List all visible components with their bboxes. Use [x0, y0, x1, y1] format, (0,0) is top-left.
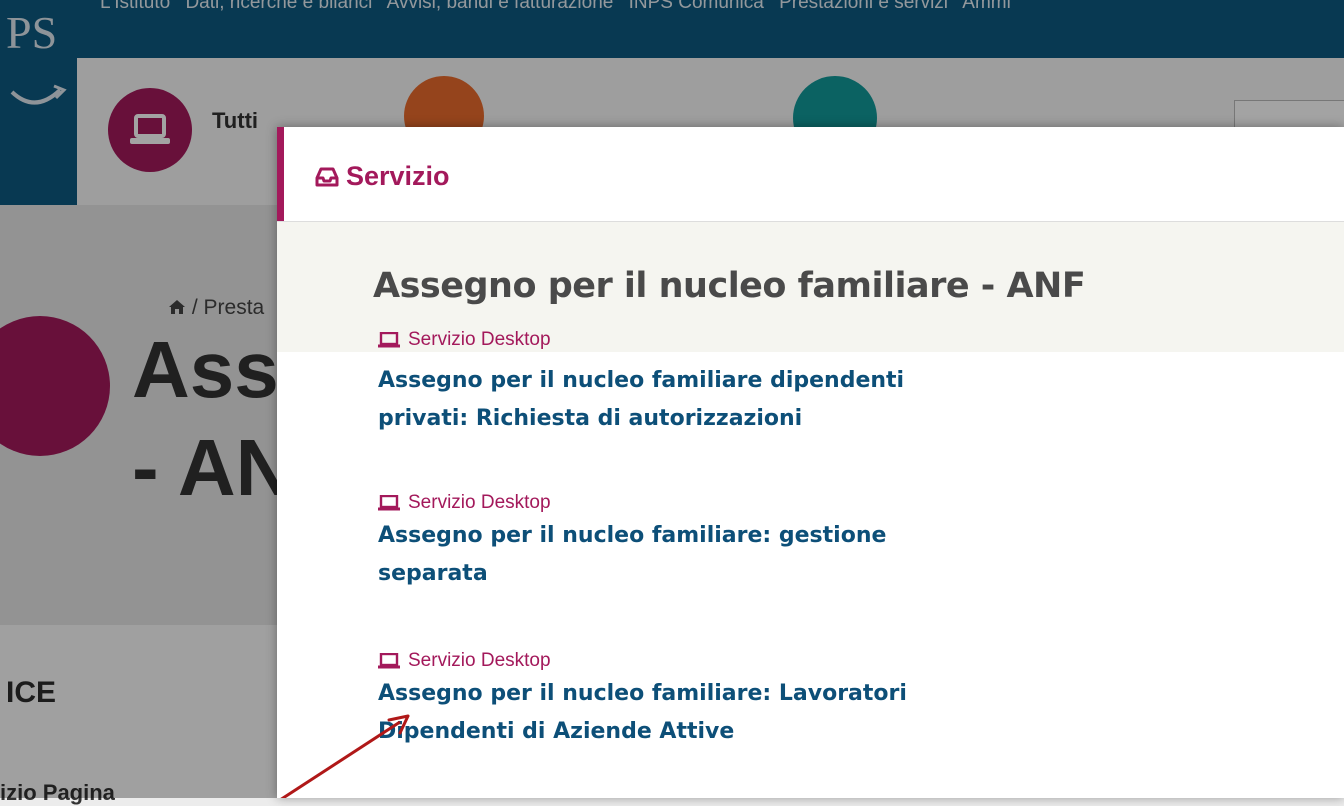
service-tag-label: Servizio Desktop [408, 329, 551, 350]
service-entry-3: Servizio Desktop Assegno per il nucleo f… [378, 649, 1018, 751]
service-link-line2[interactable]: Dipendenti di Aziende Attive [378, 719, 734, 744]
service-entry-2: Servizio Desktop Assegno per il nucleo f… [378, 491, 1018, 593]
service-link[interactable]: Assegno per il nucleo familiare dipenden… [378, 362, 1018, 438]
service-link[interactable]: Assegno per il nucleo familiare: gestion… [378, 517, 1018, 593]
service-tag: Servizio Desktop [378, 649, 1018, 673]
service-entry-1: Assegno per il nucleo familiare dipenden… [378, 360, 1018, 438]
service-entry: Servizio Desktop [378, 328, 1018, 352]
laptop-icon [378, 495, 400, 511]
laptop-icon [378, 332, 400, 348]
modal-header-title: Servizio [314, 161, 450, 192]
service-link-line1[interactable]: Assegno per il nucleo familiare: Lavorat… [378, 681, 907, 706]
service-tag: Servizio Desktop [378, 328, 1018, 352]
modal-header: Servizio [277, 127, 1344, 221]
modal-title: Assegno per il nucleo familiare - ANF [373, 266, 1086, 306]
modal-header-label: Servizio [346, 161, 450, 191]
service-tag-label: Servizio Desktop [408, 492, 551, 513]
service-modal: Servizio Assegno per il nucleo familiare… [277, 127, 1344, 798]
service-link-line2[interactable]: privati: Richiesta di autorizzazioni [378, 406, 802, 431]
inbox-tray-icon [315, 167, 339, 186]
service-link-line1[interactable]: Assegno per il nucleo familiare: gestion… [378, 523, 886, 548]
service-link[interactable]: Assegno per il nucleo familiare: Lavorat… [378, 675, 1018, 751]
service-link-line2[interactable]: separata [378, 561, 488, 586]
service-tag-label: Servizio Desktop [408, 650, 551, 671]
service-tag: Servizio Desktop [378, 491, 1018, 515]
laptop-icon [378, 653, 400, 669]
service-link-line1[interactable]: Assegno per il nucleo familiare dipenden… [378, 368, 904, 393]
